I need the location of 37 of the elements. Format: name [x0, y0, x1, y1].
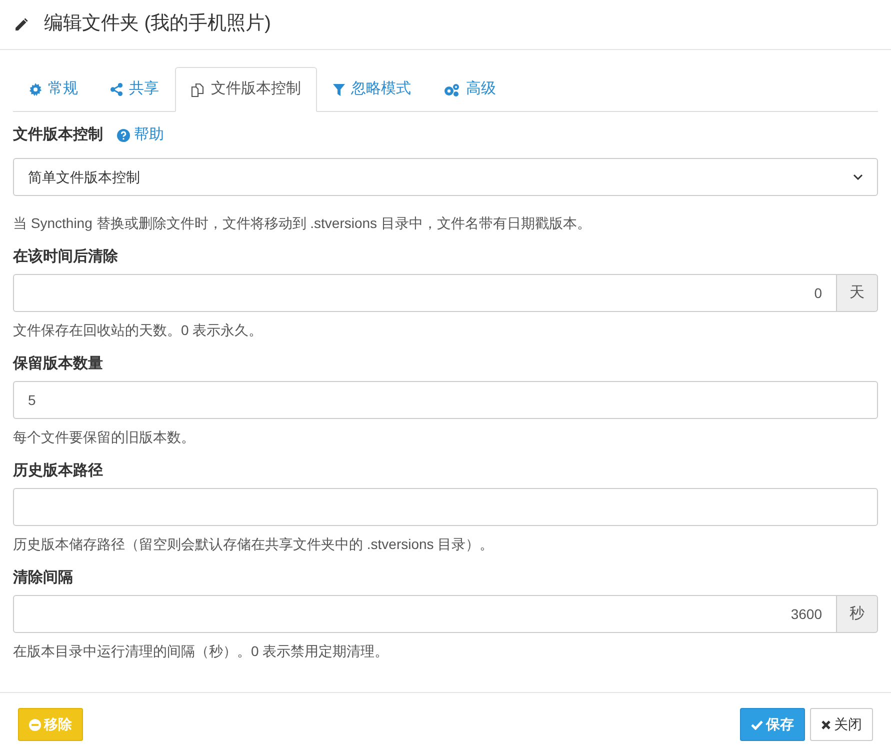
versioning-select[interactable]: 简单文件版本控制 [13, 158, 878, 196]
tab[interactable]: 常规 [13, 67, 94, 112]
help-text: 文件保存在回收站的天数。0 表示永久。 [13, 321, 264, 340]
field-label: 在该时间后清除 [13, 247, 119, 267]
tab[interactable]: 高级 [427, 67, 512, 112]
share-icon [110, 83, 123, 96]
field-label: 保留版本数量 [13, 354, 104, 374]
question-icon [117, 128, 130, 142]
dialog-title: 编辑文件夹 (我的手机照片) [44, 12, 271, 36]
field-label: 清除间隔 [13, 568, 74, 588]
check-icon [751, 720, 763, 730]
input-field[interactable]: 0 [13, 274, 837, 312]
unit-addon: 天 [837, 274, 878, 312]
copy-icon [191, 82, 205, 96]
minus-circle-icon [29, 718, 41, 730]
help-text: 当 Syncthing 替换或删除文件时，文件将移动到 .stversions 目录中，文件名带有日期戳版本。 [13, 214, 592, 233]
close-icon [821, 720, 831, 730]
field-label: 文件版本控制 [13, 124, 103, 145]
pencil-icon [13, 16, 30, 33]
tab[interactable]: 忽略模式 [317, 67, 427, 112]
filter-icon [333, 84, 345, 96]
chevron-down-icon [853, 174, 863, 180]
help-text: 在版本目录中运行清理的间隔（秒）。0 表示禁用定期清理。 [13, 642, 390, 661]
input-field[interactable]: 3600 [13, 595, 837, 633]
help-link[interactable]: 帮助 [117, 124, 164, 146]
tab[interactable]: 文件版本控制 [175, 67, 317, 112]
tab[interactable]: 共享 [94, 67, 175, 112]
help-text: 每个文件要保留的旧版本数。 [13, 428, 196, 447]
gear-icon [29, 83, 42, 96]
help-text: 历史版本储存路径（留空则会默认存储在共享文件夹中的 .stversions 目录）。 [13, 535, 495, 554]
unit-addon: 秒 [837, 595, 878, 633]
save-button[interactable]: 保存 [740, 708, 805, 741]
field-label: 历史版本路径 [13, 461, 104, 481]
close-button[interactable]: 关闭 [810, 708, 873, 741]
input-field[interactable] [13, 488, 878, 526]
gears-icon [443, 82, 460, 96]
input-field[interactable]: 5 [13, 381, 878, 419]
